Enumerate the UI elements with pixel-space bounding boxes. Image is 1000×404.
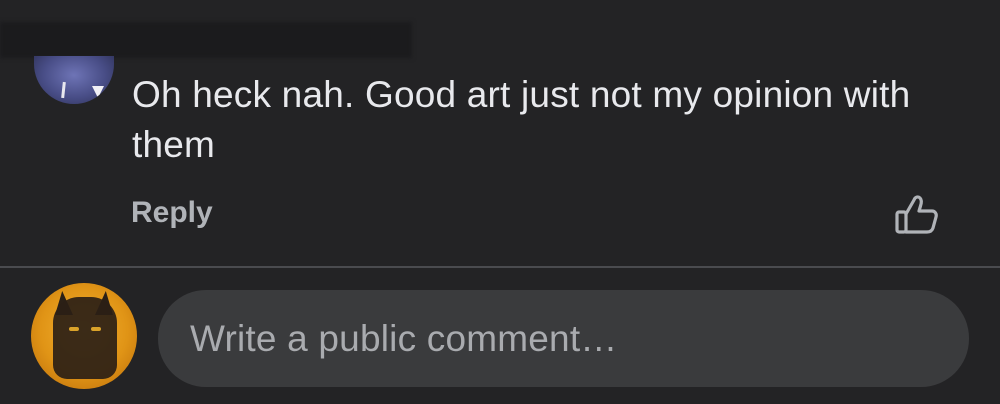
commenter-avatar[interactable] — [34, 56, 114, 104]
thumbs-up-icon — [894, 192, 940, 236]
comment-text: Oh heck nah. Good art just not my opinio… — [132, 74, 911, 165]
reply-button[interactable]: Reply — [131, 196, 213, 230]
comment-input-placeholder: Write a public comment… — [190, 317, 618, 359]
comment-thread: Oh heck nah. Good art just not my opinio… — [0, 0, 1000, 404]
redacted-commenter-name — [0, 22, 412, 58]
avatar-detail — [53, 297, 117, 379]
user-avatar[interactable] — [31, 283, 137, 389]
divider — [0, 266, 1000, 268]
avatar-detail — [91, 327, 101, 331]
like-button[interactable] — [894, 192, 940, 236]
comment-input[interactable]: Write a public comment… — [158, 290, 969, 387]
avatar-detail — [61, 81, 66, 99]
avatar-detail — [92, 86, 104, 98]
avatar-detail — [69, 327, 79, 331]
